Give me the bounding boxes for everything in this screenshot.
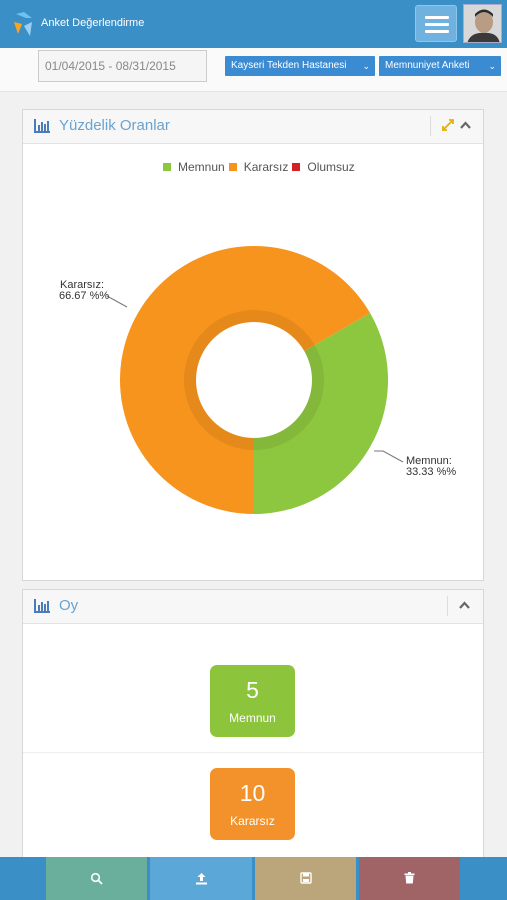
save-icon	[299, 872, 312, 884]
percent-panel: Yüzdelik Oranlar Memnun Kararsız Olumsuz…	[22, 109, 484, 581]
collapse-chevron-up-icon[interactable]	[458, 599, 471, 611]
votes-panel-header: Oy	[23, 590, 483, 624]
memnun-leader-line	[374, 450, 404, 463]
divider	[23, 752, 483, 753]
memnun-label: Memnun: 33.33 %%	[406, 456, 456, 478]
memnun-count-box: 5 Memnun	[210, 665, 295, 737]
upload-icon	[195, 873, 207, 885]
user-avatar[interactable]	[463, 4, 502, 43]
kararsiz-count-label: Kararsız	[230, 814, 275, 828]
votes-panel: Oy 5 Memnun 10 Kararsız	[22, 589, 484, 857]
kararsiz-count: 10	[239, 780, 266, 806]
survey-dropdown-label: Memnuniyet Anketi	[385, 60, 470, 71]
memnun-count-label: Memnun	[229, 711, 276, 725]
kararsiz-label-value: 66.67 %%	[59, 290, 110, 302]
hospital-dropdown-label: Kayseri Tekden Hastanesi	[231, 60, 347, 71]
donut-inner-ring	[184, 310, 324, 450]
hamburger-menu-button[interactable]	[415, 5, 457, 42]
date-range-input[interactable]: 01/04/2015 - 08/31/2015	[38, 50, 207, 82]
chevron-down-icon: ⌄	[488, 61, 496, 71]
menu-line	[425, 30, 449, 33]
user-photo-icon	[464, 5, 501, 42]
app-title: Anket Değerlendirme	[41, 17, 145, 29]
memnun-count: 5	[246, 677, 259, 703]
chevron-down-icon: ⌄	[362, 61, 370, 71]
bar-chart-icon	[34, 599, 50, 613]
trash-icon	[404, 872, 415, 884]
upload-button[interactable]	[150, 857, 252, 900]
kararsiz-count-box: 10 Kararsız	[210, 768, 295, 840]
menu-line	[425, 23, 449, 26]
kararsiz-label: Kararsız: 66.67 %%	[59, 280, 109, 302]
app-logo-icon	[14, 12, 32, 36]
donut-chart	[106, 246, 404, 515]
memnun-label-value: 33.33 %%	[406, 466, 457, 478]
divider	[447, 596, 448, 616]
save-button[interactable]	[255, 857, 356, 900]
bottom-toolbar	[0, 857, 507, 900]
filter-bar: 01/04/2015 - 08/31/2015 Kayseri Tekden H…	[0, 48, 507, 92]
top-bar: Anket Değerlendirme	[0, 0, 507, 48]
delete-button[interactable]	[359, 857, 460, 900]
kararsiz-leader-line	[106, 295, 128, 308]
donut-slice-memnun[interactable]	[254, 313, 389, 514]
search-icon	[90, 872, 103, 885]
panel-title: Oy	[59, 597, 79, 614]
search-button[interactable]	[46, 857, 147, 900]
survey-dropdown[interactable]: Memnuniyet Anketi ⌄	[379, 56, 501, 76]
hospital-dropdown[interactable]: Kayseri Tekden Hastanesi ⌄	[225, 56, 375, 76]
menu-line	[425, 16, 449, 19]
